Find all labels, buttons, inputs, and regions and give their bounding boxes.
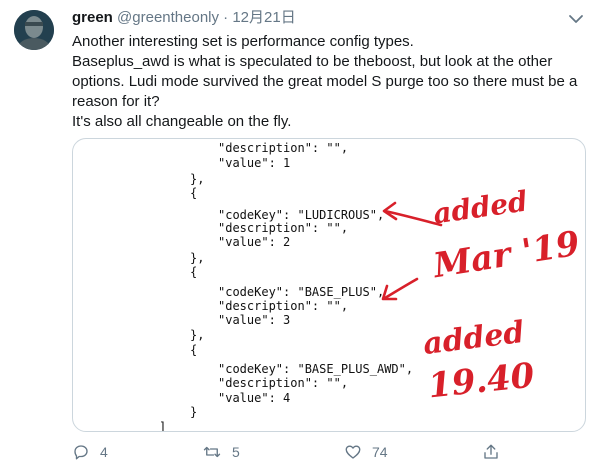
share-icon: [482, 443, 500, 461]
like-count: 74: [372, 444, 388, 460]
arrow-icon: [381, 277, 419, 301]
like-button[interactable]: 74: [344, 440, 388, 464]
share-button[interactable]: [482, 440, 500, 464]
tweet-date[interactable]: 12月21日: [232, 9, 295, 26]
tweet-text-line: options. Ludi mode survived the great mo…: [72, 73, 578, 90]
like-icon: [344, 443, 362, 461]
tweet-text: Another interesting set is performance c…: [72, 32, 592, 132]
tweet: green @greentheonly · 12月21日 Another int…: [0, 0, 600, 465]
retweet-count: 5: [232, 444, 240, 460]
user-name[interactable]: green: [72, 9, 113, 26]
reply-button[interactable]: 4: [72, 440, 108, 464]
avatar[interactable]: [14, 10, 54, 50]
reply-icon: [72, 443, 90, 461]
tweet-header: green @greentheonly · 12月21日: [72, 8, 296, 28]
retweet-icon: [202, 443, 222, 461]
tweet-text-line: It's also all changeable on the fly.: [72, 113, 292, 130]
user-handle[interactable]: @greentheonly: [117, 9, 219, 26]
tweet-media-image[interactable]: "description": "", "value": 1 }, { "code…: [72, 138, 586, 432]
tweet-text-line: Another interesting set is performance c…: [72, 33, 414, 50]
chevron-down-icon[interactable]: [568, 12, 584, 24]
tweet-actions: 4 5 74: [0, 440, 600, 464]
tweet-text-line: reason for it?: [72, 93, 160, 110]
reply-count: 4: [100, 444, 108, 460]
separator: ·: [223, 9, 229, 26]
retweet-button[interactable]: 5: [202, 440, 240, 464]
tweet-text-line: Baseplus_awd is what is speculated to be…: [72, 53, 553, 70]
avatar-image: [14, 10, 54, 50]
